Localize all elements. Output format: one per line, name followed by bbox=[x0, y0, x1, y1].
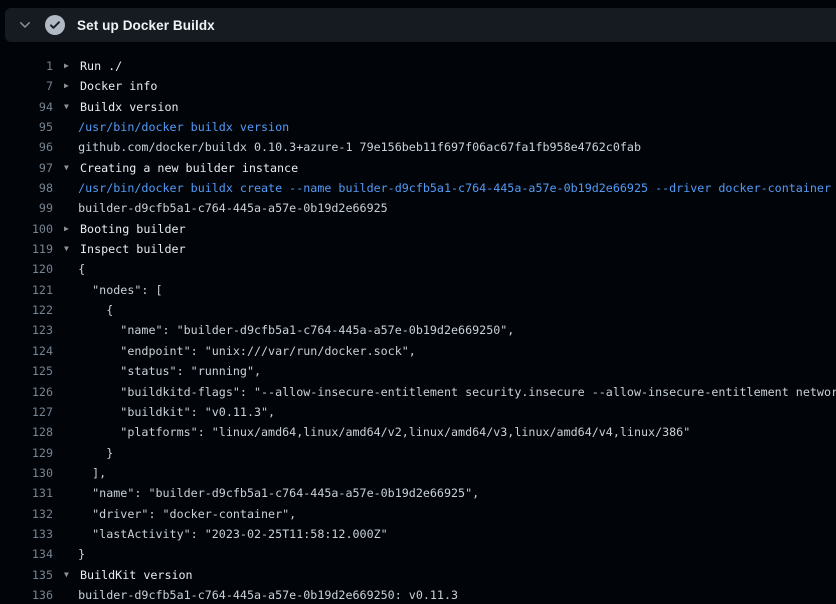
line-number[interactable]: 128 bbox=[0, 422, 53, 442]
workflow-log-viewer: Set up Docker Buildx 1▶Run ./7▶Docker in… bbox=[0, 8, 836, 604]
log-line-row: 133 "lastActivity": "2023-02-25T11:58:12… bbox=[0, 524, 836, 544]
line-number[interactable]: 126 bbox=[0, 382, 53, 402]
log-group-row[interactable]: 100 ▶Booting builder bbox=[0, 219, 836, 239]
line-number[interactable]: 97 bbox=[0, 158, 53, 178]
line-number[interactable]: 132 bbox=[0, 504, 53, 524]
line-number[interactable]: 99 bbox=[0, 198, 53, 218]
group-title: BuildKit version bbox=[80, 565, 193, 585]
check-circle-icon bbox=[45, 15, 65, 35]
line-number[interactable]: 7 bbox=[0, 76, 53, 96]
output-text: "buildkit": "v0.11.3", bbox=[64, 402, 275, 422]
log-line-row: 132 "driver": "docker-container", bbox=[0, 504, 836, 524]
line-number[interactable]: 131 bbox=[0, 483, 53, 503]
line-number[interactable]: 98 bbox=[0, 178, 53, 198]
output-text: { bbox=[64, 300, 113, 320]
output-text: "driver": "docker-container", bbox=[64, 504, 296, 524]
group-expanded-icon: ▼ bbox=[64, 97, 80, 117]
log-group-row[interactable]: 7 ▶Docker info bbox=[0, 76, 836, 96]
log-line-row: 95 /usr/bin/docker buildx version bbox=[0, 117, 836, 137]
step-header[interactable]: Set up Docker Buildx bbox=[5, 8, 836, 42]
output-text: } bbox=[64, 544, 85, 564]
output-text: "platforms": "linux/amd64,linux/amd64/v2… bbox=[64, 422, 690, 442]
output-text: "lastActivity": "2023-02-25T11:58:12.000… bbox=[64, 524, 388, 544]
log-group-row[interactable]: 135 ▼BuildKit version bbox=[0, 565, 836, 585]
line-number[interactable]: 130 bbox=[0, 463, 53, 483]
output-text: "nodes": [ bbox=[64, 280, 163, 300]
log-group-row[interactable]: 119 ▼Inspect builder bbox=[0, 239, 836, 259]
line-number[interactable]: 122 bbox=[0, 300, 53, 320]
log-line-row: 122 { bbox=[0, 300, 836, 320]
group-title: Inspect builder bbox=[80, 239, 186, 259]
line-number[interactable]: 119 bbox=[0, 239, 53, 259]
output-text: builder-d9cfb5a1-c764-445a-a57e-0b19d2e6… bbox=[64, 585, 458, 604]
line-number[interactable]: 96 bbox=[0, 137, 53, 157]
chevron-down-icon[interactable] bbox=[17, 17, 33, 33]
group-collapsed-icon: ▶ bbox=[64, 76, 80, 96]
group-title: Docker info bbox=[80, 76, 157, 96]
log-line-row: 120 { bbox=[0, 259, 836, 279]
group-title: Booting builder bbox=[80, 219, 186, 239]
log-lines-container: 1▶Run ./7▶Docker info94▼Buildx version95… bbox=[0, 56, 836, 604]
line-number[interactable]: 135 bbox=[0, 565, 53, 585]
log-group-row[interactable]: 94 ▼Buildx version bbox=[0, 97, 836, 117]
log-line-row: 124 "endpoint": "unix:///var/run/docker.… bbox=[0, 341, 836, 361]
group-collapsed-icon: ▶ bbox=[64, 56, 80, 76]
step-title: Set up Docker Buildx bbox=[77, 18, 215, 33]
log-line-row: 125 "status": "running", bbox=[0, 361, 836, 381]
line-number[interactable]: 120 bbox=[0, 259, 53, 279]
log-line-row: 128 "platforms": "linux/amd64,linux/amd6… bbox=[0, 422, 836, 442]
line-number[interactable]: 136 bbox=[0, 585, 53, 604]
output-text: "status": "running", bbox=[64, 361, 261, 381]
command-text: /usr/bin/docker buildx create --name bui… bbox=[64, 178, 831, 198]
log-line-row: 127 "buildkit": "v0.11.3", bbox=[0, 402, 836, 422]
log-line-row: 136 builder-d9cfb5a1-c764-445a-a57e-0b19… bbox=[0, 585, 836, 604]
group-title: Buildx version bbox=[80, 97, 179, 117]
line-number[interactable]: 134 bbox=[0, 544, 53, 564]
log-line-row: 98 /usr/bin/docker buildx create --name … bbox=[0, 178, 836, 198]
line-number[interactable]: 133 bbox=[0, 524, 53, 544]
log-group-row[interactable]: 1 ▶Run ./ bbox=[0, 56, 836, 76]
log-line-row: 126 "buildkitd-flags": "--allow-insecure… bbox=[0, 382, 836, 402]
output-text: "endpoint": "unix:///var/run/docker.sock… bbox=[64, 341, 416, 361]
group-expanded-icon: ▼ bbox=[64, 158, 80, 178]
line-number[interactable]: 123 bbox=[0, 320, 53, 340]
log-line-row: 130 ], bbox=[0, 463, 836, 483]
group-collapsed-icon: ▶ bbox=[64, 219, 80, 239]
output-text: ], bbox=[64, 463, 106, 483]
log-line-row: 123 "name": "builder-d9cfb5a1-c764-445a-… bbox=[0, 320, 836, 340]
group-expanded-icon: ▼ bbox=[64, 565, 80, 585]
output-text: "buildkitd-flags": "--allow-insecure-ent… bbox=[64, 382, 836, 402]
output-text: { bbox=[64, 259, 85, 279]
log-line-row: 99 builder-d9cfb5a1-c764-445a-a57e-0b19d… bbox=[0, 198, 836, 218]
output-text: "name": "builder-d9cfb5a1-c764-445a-a57e… bbox=[64, 483, 479, 503]
output-text: builder-d9cfb5a1-c764-445a-a57e-0b19d2e6… bbox=[64, 198, 388, 218]
output-text: github.com/docker/buildx 0.10.3+azure-1 … bbox=[64, 137, 641, 157]
line-number[interactable]: 124 bbox=[0, 341, 53, 361]
group-expanded-icon: ▼ bbox=[64, 239, 80, 259]
line-number[interactable]: 95 bbox=[0, 117, 53, 137]
log-line-row: 131 "name": "builder-d9cfb5a1-c764-445a-… bbox=[0, 483, 836, 503]
line-number[interactable]: 94 bbox=[0, 97, 53, 117]
log-group-row[interactable]: 97 ▼Creating a new builder instance bbox=[0, 158, 836, 178]
line-number[interactable]: 100 bbox=[0, 219, 53, 239]
line-number[interactable]: 1 bbox=[0, 56, 53, 76]
command-text: /usr/bin/docker buildx version bbox=[64, 117, 289, 137]
output-text: } bbox=[64, 443, 113, 463]
line-number[interactable]: 127 bbox=[0, 402, 53, 422]
log-line-row: 121 "nodes": [ bbox=[0, 280, 836, 300]
log-line-row: 129 } bbox=[0, 443, 836, 463]
line-number[interactable]: 121 bbox=[0, 280, 53, 300]
log-line-row: 96 github.com/docker/buildx 0.10.3+azure… bbox=[0, 137, 836, 157]
line-number[interactable]: 125 bbox=[0, 361, 53, 381]
log-line-row: 134 } bbox=[0, 544, 836, 564]
group-title: Run ./ bbox=[80, 56, 122, 76]
group-title: Creating a new builder instance bbox=[80, 158, 298, 178]
line-number[interactable]: 129 bbox=[0, 443, 53, 463]
output-text: "name": "builder-d9cfb5a1-c764-445a-a57e… bbox=[64, 320, 514, 340]
